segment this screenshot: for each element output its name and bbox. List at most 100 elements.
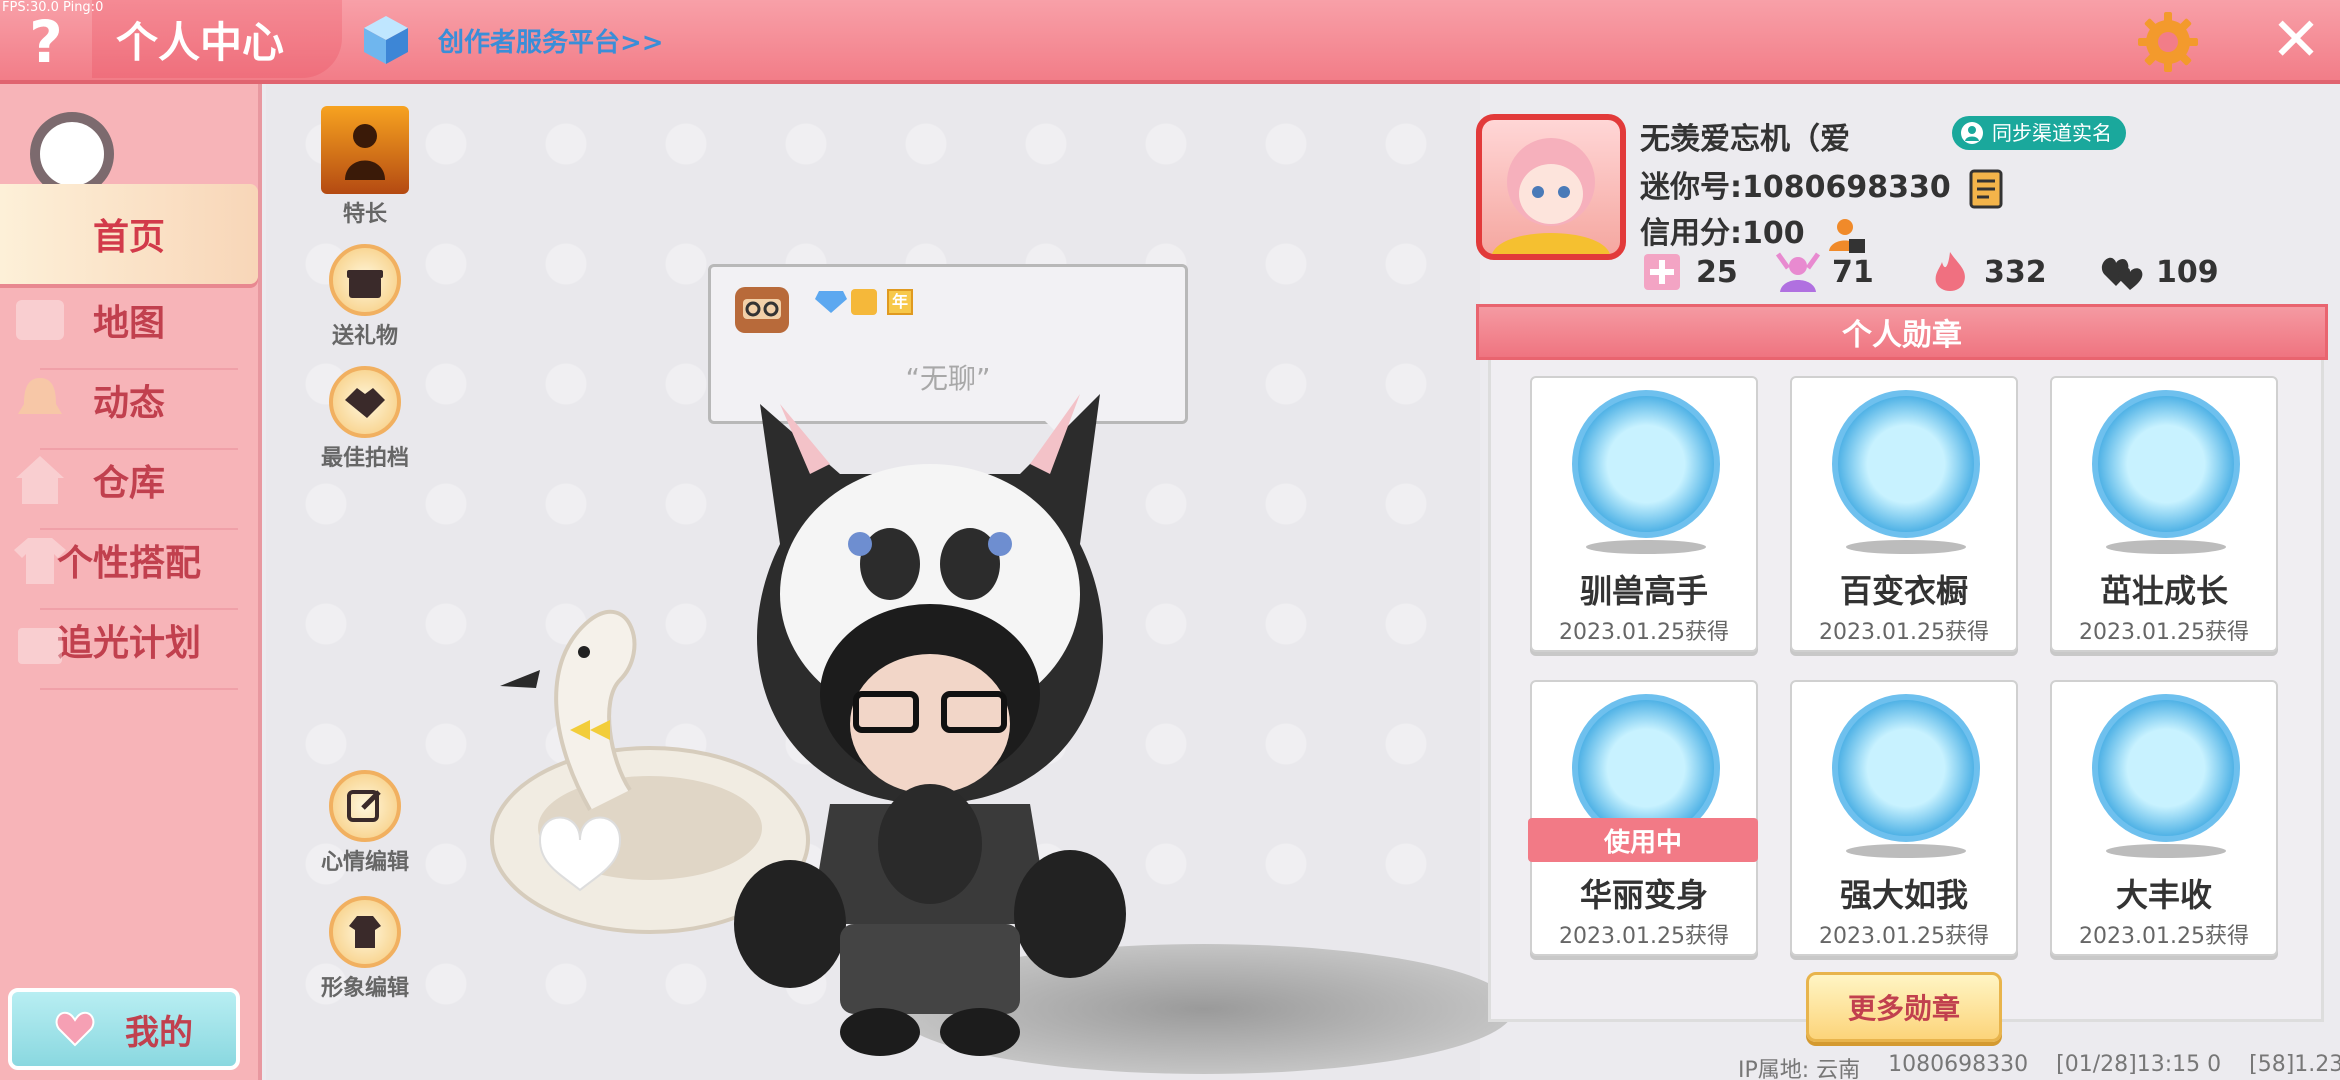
badge-wardrobe-icon — [1832, 390, 1980, 538]
top-bar: ? 个人中心 创作者服务平台>> ✕ FPS:30.0 Ping:0 — [0, 0, 2340, 84]
in-use-badge: 使用中 — [1528, 818, 1758, 862]
badge-card[interactable]: 驯兽高手 2023.01.25获得 — [1530, 376, 1758, 652]
gift-icon — [329, 244, 401, 316]
close-button[interactable]: ✕ — [2266, 10, 2326, 70]
avatar-image — [1492, 138, 1610, 254]
sidebar-item-label: 动态 — [92, 383, 165, 424]
more-badges-button[interactable]: 更多勋章 — [1806, 972, 2002, 1042]
badge-card[interactable]: 百变衣橱 2023.01.25获得 — [1790, 376, 2018, 652]
gift-icon — [18, 628, 62, 664]
sidebar-item-label: 首页 — [92, 217, 165, 258]
badge-harvest-icon — [2092, 694, 2240, 842]
house-icon — [16, 456, 64, 504]
badge-date: 2023.01.25获得 — [1819, 620, 1989, 645]
footer-version: [58]1.23 0 — [2249, 1052, 2340, 1077]
sync-realname-button[interactable]: 同步渠道实名 — [1952, 116, 2126, 150]
badge-date: 2023.01.25获得 — [1559, 620, 1729, 645]
fans-icon — [1776, 252, 1820, 292]
badge-strong-icon — [1832, 694, 1980, 842]
badge-name: 强大如我 — [1839, 876, 1968, 914]
badge-card[interactable]: 大丰收 2023.01.25获得 — [2050, 680, 2278, 956]
stat-plus-value: 25 — [1696, 254, 1738, 290]
mini-id-text: 迷你号:1080698330 — [1640, 170, 1951, 205]
badge-growth-icon — [2092, 390, 2240, 538]
mood-edit-label: 心情编辑 — [320, 850, 409, 875]
badge-tamer-icon — [1572, 390, 1720, 538]
plus-badge-icon — [1644, 254, 1680, 290]
stat-plus[interactable]: 25 — [1640, 250, 1738, 294]
badge-panel-title-text: 个人勋章 — [1842, 318, 1962, 353]
player-character-image — [734, 394, 1126, 1056]
hearts-icon — [2101, 257, 2143, 290]
stat-popularity[interactable]: 332 — [1928, 250, 2047, 294]
badge-panel-title: 个人勋章 — [1476, 304, 2328, 360]
stat-likes[interactable]: 109 — [2100, 250, 2219, 294]
appearance-edit-label: 形象编辑 — [320, 976, 409, 1001]
badge-name: 茁壮成长 — [2099, 572, 2228, 610]
badge-name: 华丽变身 — [1579, 876, 1708, 914]
badge-card[interactable]: 茁壮成长 2023.01.25获得 — [2050, 376, 2278, 652]
flame-icon — [1935, 252, 1965, 291]
help-button[interactable]: ? — [18, 12, 74, 72]
sidebar-item-label: 个性搭配 — [56, 543, 201, 584]
credit-score-text: 信用分:100 — [1640, 216, 1805, 251]
crown-badge-icon — [851, 289, 877, 315]
year-badge: 年 — [887, 289, 913, 315]
specialty-label: 特长 — [342, 202, 387, 227]
character-stage: 特长 送礼物 最佳拍档 心情编辑 形象编辑 年 “无聊” — [266, 84, 1514, 1080]
cube-icon — [364, 16, 408, 64]
badge-date: 2023.01.25获得 — [2079, 924, 2249, 949]
nickname: 无羡爱忘机（爱 — [1640, 122, 1850, 157]
footer-time: [01/28]13:15 0 — [2056, 1052, 2222, 1077]
badge-name: 大丰收 — [2115, 876, 2212, 914]
profile-card: 无羡爱忘机（爱 同步渠道实名 迷你号:1080698330 信用分:100 25… — [1476, 100, 2336, 310]
specialty-button[interactable]: 特长 — [310, 106, 420, 228]
sync-realname-label: 同步渠道实名 — [1992, 121, 2112, 145]
handshake-icon — [329, 366, 401, 438]
stat-likes-value: 109 — [2156, 254, 2219, 290]
bell-icon — [18, 378, 62, 414]
badge-name: 百变衣橱 — [1839, 572, 1968, 610]
medal-shadow — [2106, 540, 2226, 554]
credit-score: 信用分:100 — [1640, 208, 1867, 255]
badge-date: 2023.01.25获得 — [1559, 924, 1729, 949]
diamond-badge-icon — [815, 291, 847, 313]
edit-icon — [329, 770, 401, 842]
sidebar: 首页 地图 动态 仓库 个性搭配 追光计划 我的 — [0, 84, 262, 1080]
badge-date: 2023.01.25获得 — [1819, 924, 1989, 949]
sidebar-item-home[interactable]: 首页 — [0, 184, 258, 284]
footer-uid: 1080698330 — [1888, 1052, 2029, 1077]
stat-fans[interactable]: 71 — [1776, 250, 1874, 294]
gift-label: 送礼物 — [331, 324, 398, 349]
page-title: 个人中心 — [92, 0, 342, 78]
best-partner-label: 最佳拍档 — [320, 446, 409, 471]
my-button-label: 我的 — [125, 1012, 193, 1053]
badge-name: 驯兽高手 — [1579, 572, 1708, 610]
creator-platform-link[interactable]: 创作者服务平台>> — [438, 22, 664, 59]
ip-location: IP属地: 云南 — [1738, 1058, 1861, 1080]
stat-fans-value: 71 — [1832, 254, 1874, 290]
badge-card[interactable]: 强大如我 2023.01.25获得 — [1790, 680, 2018, 956]
specialty-icon — [321, 106, 409, 194]
heart-icon — [55, 1011, 95, 1047]
my-button[interactable]: 我的 — [8, 988, 240, 1070]
appearance-edit-button[interactable]: 形象编辑 — [310, 896, 420, 1002]
sidebar-item-chase-light[interactable]: 追光计划 — [0, 590, 258, 690]
badge-date: 2023.01.25获得 — [2079, 620, 2249, 645]
gift-button[interactable]: 送礼物 — [310, 244, 420, 350]
mini-id: 迷你号:1080698330 — [1640, 162, 2003, 209]
gear-icon[interactable] — [2136, 10, 2200, 74]
best-partner-button[interactable]: 最佳拍档 — [310, 366, 420, 472]
profile-avatar[interactable] — [1476, 114, 1626, 260]
sidebar-item-label: 地图 — [92, 303, 165, 344]
outfit-icon — [329, 896, 401, 968]
stat-popularity-value: 332 — [1984, 254, 2047, 290]
divider — [40, 688, 238, 690]
sidebar-item-label: 追光计划 — [56, 623, 201, 664]
credit-info-icon[interactable] — [1827, 215, 1867, 255]
fps-readout: FPS:30.0 Ping:0 — [2, 0, 104, 15]
map-icon — [16, 300, 64, 340]
mood-edit-button[interactable]: 心情编辑 — [310, 770, 420, 876]
page-title-text: 个人中心 — [116, 17, 285, 67]
copy-icon[interactable] — [1969, 169, 2003, 209]
